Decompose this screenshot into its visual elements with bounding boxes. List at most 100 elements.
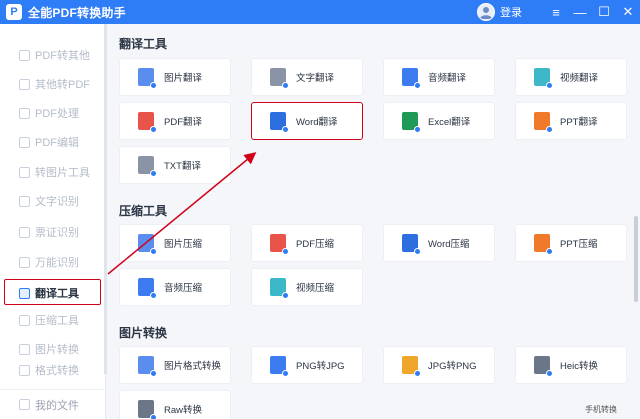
card-audio-compress[interactable]: 音频压缩	[119, 268, 231, 306]
main-scrollbar[interactable]	[634, 216, 638, 302]
sidebar-item-label: 票证识别	[35, 227, 79, 239]
card-label: 视频压缩	[296, 283, 335, 294]
card-label: 图片翻译	[164, 73, 203, 84]
card-video-compress[interactable]: 视频压缩	[251, 268, 363, 306]
section-title-translate: 翻译工具	[119, 37, 168, 51]
card-label: Raw转换	[164, 405, 203, 416]
card-label: 图片压缩	[164, 239, 203, 250]
sidebar-item-pdf-edit[interactable]: PDF编辑	[0, 128, 104, 156]
close-button[interactable]: ✕	[616, 0, 640, 24]
card-image-format[interactable]: 图片格式转换	[119, 346, 231, 384]
sidebar-item-universal-ocr[interactable]: 万能识别	[0, 248, 104, 276]
sidebar-item-label: 万能识别	[35, 257, 79, 269]
menu-button[interactable]: ≡	[544, 0, 568, 24]
word-compress-icon	[402, 234, 421, 255]
card-image-translate[interactable]: 图片翻译	[119, 58, 231, 96]
badge-icon	[150, 292, 157, 299]
image-format-icon	[138, 356, 157, 377]
card-ppt-translate[interactable]: PPT翻译	[515, 102, 627, 140]
card-word-translate[interactable]: Word翻译	[251, 102, 363, 140]
card-txt-translate[interactable]: TXT翻译	[119, 146, 231, 184]
sidebar-highlight-box	[4, 279, 101, 305]
card-pdf-compress[interactable]: PDF压缩	[251, 224, 363, 262]
excel-translate-icon	[402, 112, 421, 133]
card-pdf-translate[interactable]: PDF翻译	[119, 102, 231, 140]
sidebar-item-format-convert[interactable]: 格式转换	[0, 362, 104, 378]
sidebar-item-compress-tools[interactable]: 压缩工具	[0, 306, 104, 334]
badge-icon	[282, 370, 289, 377]
png-to-jpg-icon	[270, 356, 289, 377]
sidebar-item-label: 格式转换	[35, 365, 79, 377]
minimize-icon: —	[573, 4, 587, 20]
login-button[interactable]: 登录	[500, 4, 522, 20]
badge-icon	[414, 82, 421, 89]
image-icon	[19, 166, 30, 178]
sidebar-item-ocr[interactable]: 文字识别	[0, 187, 104, 215]
badge-icon	[282, 292, 289, 299]
card-label: Word翻译	[296, 117, 338, 128]
scan-icon	[19, 256, 30, 268]
card-label: 音频翻译	[428, 73, 467, 84]
app-title: 全能PDF转换助手	[28, 5, 126, 20]
process-icon	[19, 107, 30, 119]
sidebar-item-label: 转图片工具	[35, 167, 90, 179]
card-jpg-to-png[interactable]: JPG转PNG	[383, 346, 495, 384]
menu-icon: ≡	[552, 4, 560, 20]
compress-icon	[19, 314, 30, 326]
badge-icon	[546, 126, 553, 133]
badge-icon	[414, 248, 421, 255]
card-png-to-jpg[interactable]: PNG转JPG	[251, 346, 363, 384]
card-word-compress[interactable]: Word压缩	[383, 224, 495, 262]
card-raw-convert[interactable]: Raw转换	[119, 390, 231, 419]
heic-convert-icon	[534, 356, 553, 377]
card-image-compress[interactable]: 图片压缩	[119, 224, 231, 262]
sidebar-item-label: 文字识别	[35, 196, 79, 208]
sidebar-item-pdf-to-other[interactable]: PDF转其他	[0, 41, 104, 69]
sidebar: PDF转其他 其他转PDF PDF处理 PDF编辑 转图片工具 文字识别 票证识…	[0, 24, 107, 419]
image-convert-icon	[19, 343, 30, 355]
format-icon	[19, 364, 30, 376]
minimize-button[interactable]: —	[568, 0, 592, 24]
word-translate-icon	[270, 112, 289, 133]
my-files-button[interactable]: 我的文件	[0, 389, 104, 419]
app-logo-icon: P	[6, 4, 22, 20]
convert-icon	[19, 78, 30, 90]
card-label: PPT翻译	[560, 117, 598, 128]
pdf-icon	[19, 49, 30, 61]
edit-icon	[19, 136, 30, 148]
card-video-translate[interactable]: 视频翻译	[515, 58, 627, 96]
card-audio-translate[interactable]: 音频翻译	[383, 58, 495, 96]
badge-icon	[150, 82, 157, 89]
card-label: 文字翻译	[296, 73, 335, 84]
card-text-translate[interactable]: 文字翻译	[251, 58, 363, 96]
card-ppt-compress[interactable]: PPT压缩	[515, 224, 627, 262]
sidebar-item-to-image[interactable]: 转图片工具	[0, 158, 104, 186]
sidebar-scrollbar[interactable]	[104, 24, 107, 374]
maximize-button[interactable]: ☐	[592, 0, 616, 24]
txt-translate-icon	[138, 156, 157, 177]
card-label: Excel翻译	[428, 117, 471, 128]
card-label: PNG转JPG	[296, 361, 345, 372]
text-translate-icon	[270, 68, 289, 89]
badge-icon	[282, 82, 289, 89]
card-heic-convert[interactable]: Heic转换	[515, 346, 627, 384]
sidebar-item-label: PDF转其他	[35, 50, 90, 62]
card-label: PPT压缩	[560, 239, 598, 250]
sidebar-item-label: 图片转换	[35, 344, 79, 356]
avatar[interactable]	[477, 3, 495, 21]
folder-icon	[19, 399, 30, 410]
card-excel-translate[interactable]: Excel翻译	[383, 102, 495, 140]
sidebar-item-other-to-pdf[interactable]: 其他转PDF	[0, 70, 104, 98]
video-compress-icon	[270, 278, 289, 299]
sidebar-item-image-convert[interactable]: 图片转换	[0, 335, 104, 363]
card-label: Heic转换	[560, 361, 599, 372]
badge-icon	[150, 126, 157, 133]
sidebar-item-pdf-process[interactable]: PDF处理	[0, 99, 104, 127]
badge-icon	[282, 126, 289, 133]
badge-icon	[150, 248, 157, 255]
close-icon: ✕	[622, 4, 634, 19]
sidebar-item-ticket-ocr[interactable]: 票证识别	[0, 218, 104, 246]
maximize-icon: ☐	[598, 4, 610, 19]
badge-icon	[150, 370, 157, 377]
sidebar-item-label: 其他转PDF	[35, 79, 90, 91]
